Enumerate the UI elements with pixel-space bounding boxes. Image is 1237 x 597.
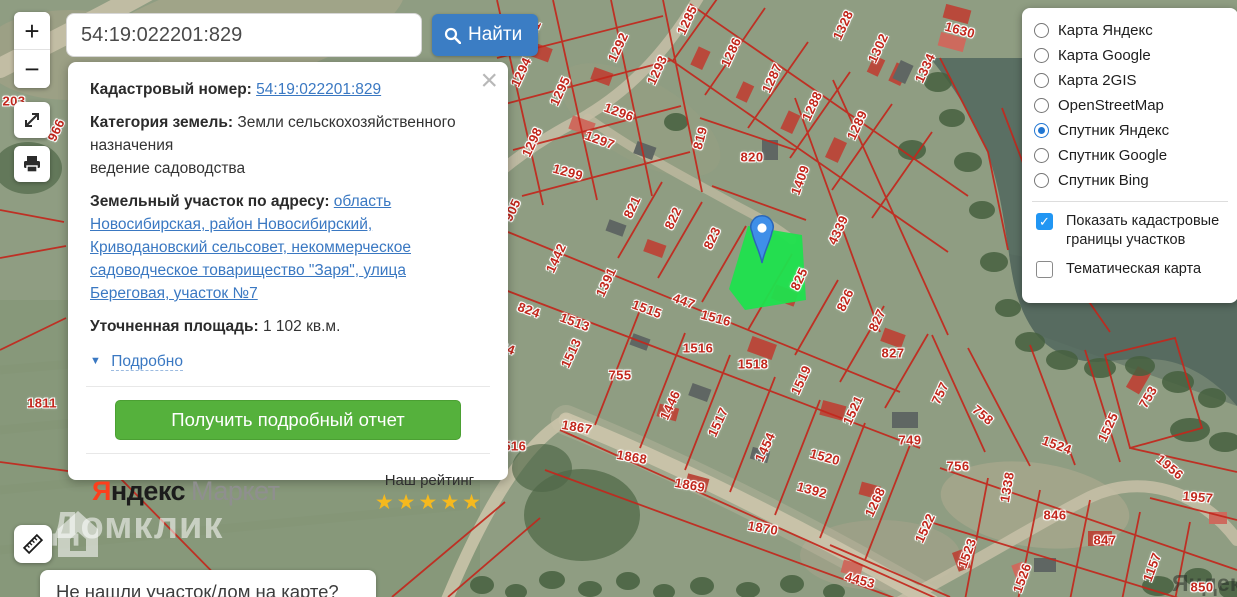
address-label: Земельный участок по адресу: — [90, 193, 330, 210]
layer-checkboxes: ✓ Показать кадастровые границы участков Те… — [1034, 212, 1226, 279]
rating-block: Наш рейтинг ★★★★★ — [375, 469, 484, 514]
search-input[interactable] — [66, 13, 422, 57]
rating-label: Наш рейтинг — [384, 472, 475, 489]
brand-letter: Я — [92, 476, 111, 506]
layer-option-3[interactable]: OpenStreetMap — [1034, 93, 1226, 118]
layer-option-label: Спутник Яндекс — [1058, 122, 1170, 139]
printer-icon — [24, 156, 40, 173]
find-button-label: Найти — [468, 24, 523, 45]
divider — [86, 386, 490, 387]
layer-option-label: Спутник Bing — [1058, 172, 1149, 189]
map-layers-panel: Карта Яндекс Карта Google Карта 2GIS OpenSt… — [1022, 8, 1237, 303]
zoom-out-button[interactable]: − — [14, 50, 50, 88]
area-row: Уточненная площадь: 1 102 кв.м. — [90, 315, 486, 338]
cadastral-map-viewer: 2039661811129112921293129412951296129712… — [0, 0, 1237, 597]
yandex-market-logo: Яндекс Маркет — [92, 478, 280, 505]
land-category-label: Категория земель: — [90, 114, 234, 131]
address-row: Земельный участок по адресу: область Нов… — [90, 190, 486, 305]
layer-checkbox-1[interactable]: Тематическая карта — [1034, 260, 1226, 279]
not-found-question-bar[interactable]: Не нашли участок/дом на карте? — [40, 570, 376, 597]
land-category-row: Категория земель: Земли сельскохозяйстве… — [90, 111, 486, 180]
checkbox-label: Тематическая карта — [1066, 261, 1202, 277]
divider — [1032, 201, 1228, 202]
print-button[interactable] — [14, 146, 50, 182]
find-button[interactable]: Найти — [432, 14, 539, 56]
cadastral-number-row: Кадастровый номер: 54:19:022201:829 — [90, 78, 486, 101]
layer-option-1[interactable]: Карта Google — [1034, 43, 1226, 68]
radio-icon[interactable] — [1034, 23, 1049, 38]
layer-option-label: OpenStreetMap — [1058, 97, 1164, 114]
details-link[interactable]: Подробно — [111, 353, 183, 371]
area-label: Уточненная площадь: — [90, 318, 259, 335]
checkbox-label: Показать кадастровые границы участков — [1066, 213, 1220, 248]
radio-icon[interactable] — [1034, 173, 1049, 188]
layer-options: Карта Яндекс Карта Google Карта 2GIS OpenSt… — [1034, 18, 1226, 193]
layer-option-5[interactable]: Спутник Google — [1034, 143, 1226, 168]
details-row: ▼ Подробно — [90, 350, 486, 373]
layer-option-label: Карта 2GIS — [1058, 72, 1137, 89]
layer-checkbox-0[interactable]: ✓ Показать кадастровые границы участков — [1034, 212, 1226, 250]
checkbox-icon[interactable] — [1036, 261, 1053, 278]
divider — [86, 453, 490, 454]
chevron-down-icon: ▼ — [90, 355, 101, 367]
radio-icon[interactable] — [1034, 98, 1049, 113]
layer-option-4[interactable]: Спутник Яндекс — [1034, 118, 1226, 143]
area-value: 1 102 кв.м. — [263, 318, 341, 335]
zoom-controls: + − — [14, 12, 50, 88]
brand-suffix: Маркет — [191, 476, 280, 506]
expand-icon — [25, 113, 39, 127]
checkbox-checked-icon[interactable]: ✓ — [1036, 213, 1053, 230]
parcel-info-card: × Кадастровый номер: 54:19:022201:829 Ка… — [68, 62, 508, 514]
brand-name: ндекс — [110, 476, 186, 506]
radio-selected-icon[interactable] — [1034, 123, 1049, 138]
layer-option-label: Карта Google — [1058, 47, 1151, 64]
radio-icon[interactable] — [1034, 73, 1049, 88]
get-report-button[interactable]: Получить подробный отчет — [115, 400, 461, 440]
layer-option-2[interactable]: Карта 2GIS — [1034, 68, 1226, 93]
search-icon — [444, 27, 461, 44]
zoom-in-button[interactable]: + — [14, 12, 50, 50]
cadastral-number-link[interactable]: 54:19:022201:829 — [256, 81, 381, 98]
cadastral-number-label: Кадастровый номер: — [90, 81, 252, 98]
land-use-value: ведение садоводства — [90, 160, 246, 177]
close-icon[interactable]: × — [480, 66, 498, 96]
radio-icon[interactable] — [1034, 148, 1049, 163]
measure-ruler-button[interactable] — [14, 525, 52, 563]
layer-option-label: Спутник Google — [1058, 147, 1168, 164]
radio-icon[interactable] — [1034, 48, 1049, 63]
layer-option-0[interactable]: Карта Яндекс — [1034, 18, 1226, 43]
rating-stars: ★★★★★ — [374, 491, 484, 514]
card-footer: Яндекс Маркет Наш рейтинг ★★★★★ — [90, 467, 486, 514]
layer-option-label: Карта Яндекс — [1058, 22, 1153, 39]
fullscreen-button[interactable] — [14, 102, 50, 138]
layer-option-6[interactable]: Спутник Bing — [1034, 168, 1226, 193]
ruler-icon — [22, 533, 44, 555]
